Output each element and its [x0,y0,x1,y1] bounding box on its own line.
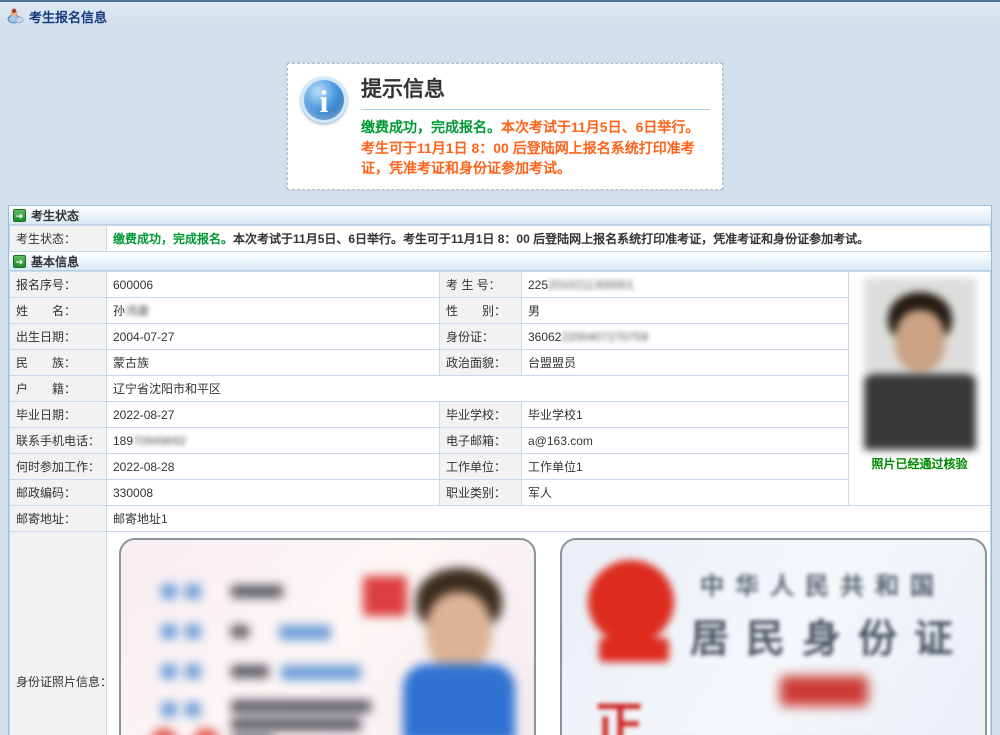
idcard-red-watermark [780,676,868,706]
field-label: 户 籍： [10,376,107,402]
idcard-row: 身份证照片信息： [10,532,991,735]
page-title: 考生报名信息 [29,7,107,26]
page: 考生报名信息 i 提示信息 缴费成功，完成报名。本次考试于11月5日、6日举行。… [0,0,1000,735]
field-value: 2004-07-27 [107,324,440,350]
idcard-images-cell: 中华人民共和国 居民身份证 正 [107,532,991,735]
table-row: 民 族： 蒙古族 政治面貌： 台盟盟员 [10,350,991,376]
field-value: 男 [522,298,849,324]
field-label: 邮政编码： [10,480,107,506]
green-arrow-icon: ➔ [13,209,26,222]
info-icon: i [301,77,347,123]
idcard-country-text: 中华人民共和国 [700,566,945,601]
section-header-status: ➔ 考生状态 [9,206,991,225]
field-label: 报名序号： [10,272,107,298]
field-value: 军人 [522,480,849,506]
table-row: 邮寄地址： 邮寄地址1 [10,506,991,532]
photo-jacket [864,374,976,450]
status-row: 考生状态： 缴费成功，完成报名。本次考试于11月5日、6日举行。考生可于11月1… [10,226,991,252]
notice-success-text: 缴费成功，完成报名。 [361,119,501,135]
field-label: 毕业学校： [440,402,522,428]
candidate-photo [864,278,976,450]
photo-verified-text: 照片已经通过核验 [855,455,984,472]
main-panel: ➔ 考生状态 考生状态： 缴费成功，完成报名。本次考试于11月5日、6日举行。考… [8,205,992,735]
field-value: 辽宁省沈阳市和平区 [107,376,849,402]
national-emblem-icon [588,560,680,672]
table-row: 出生日期： 2004-07-27 身份证： 360622200407270759 [10,324,991,350]
table-row: 姓 名： 孙鸿康 性 别： 男 [10,298,991,324]
field-label: 姓 名： [10,298,107,324]
table-row: 邮政编码： 330008 职业类别： 军人 [10,480,991,506]
field-label: 邮寄地址： [10,506,107,532]
status-value: 缴费成功，完成报名。本次考试于11月5日、6日举行。考生可于11月1日 8：00… [107,226,991,252]
field-value: a@163.com [522,428,849,454]
page-header: 考生报名信息 [0,2,1000,30]
table-row: 户 籍： 辽宁省沈阳市和平区 [10,376,991,402]
photo-face [895,310,945,372]
field-value: 2022-08-27 [107,402,440,428]
table-row: 联系手机电话： 18970949692 电子邮箱： a@163.com [10,428,991,454]
status-section-title: 考生状态 [31,207,79,224]
basic-info-table: 报名序号： 600006 考 生 号： 2252010211300001 照片已… [9,271,991,735]
idcard-back-image: 中华人民共和国 居民身份证 正 [560,538,987,735]
green-arrow-icon: ➔ [13,255,26,268]
field-value: 孙鸿康 [107,298,440,324]
notice-title: 提示信息 [361,73,710,110]
table-row: 报名序号： 600006 考 生 号： 2252010211300001 照片已… [10,272,991,298]
field-value: 18970949692 [107,428,440,454]
field-label: 政治面貌： [440,350,522,376]
field-value: 台盟盟员 [522,350,849,376]
field-label: 职业类别： [440,480,522,506]
status-label: 考生状态： [10,226,107,252]
idcard-front-image [119,538,536,735]
user-icon [7,8,24,24]
field-value: 600006 [107,272,440,298]
table-row: 何时参加工作： 2022-08-28 工作单位： 工作单位1 [10,454,991,480]
idcard-title-text: 居民身份证 [690,608,970,664]
section-header-basic: ➔ 基本信息 [9,252,991,271]
idcard-front-mark: 正 [594,686,644,735]
table-row: 毕业日期： 2022-08-27 毕业学校： 毕业学校1 [10,402,991,428]
status-table: 考生状态： 缴费成功，完成报名。本次考试于11月5日、6日举行。考生可于11月1… [9,225,991,252]
field-label: 工作单位： [440,454,522,480]
idcard-label: 身份证照片信息： [10,532,107,735]
field-value: 工作单位1 [522,454,849,480]
field-label: 身份证： [440,324,522,350]
field-value: 2252010211300001 [522,272,849,298]
notice-body: 提示信息 缴费成功，完成报名。本次考试于11月5日、6日举行。考生可于11月1日… [361,73,710,179]
status-success-text: 缴费成功，完成报名。 [113,232,233,246]
field-label: 民 族： [10,350,107,376]
field-label: 出生日期： [10,324,107,350]
field-label: 性 别： [440,298,522,324]
field-label: 联系手机电话： [10,428,107,454]
field-value: 邮寄地址1 [107,506,991,532]
notice-box: i 提示信息 缴费成功，完成报名。本次考试于11月5日、6日举行。考生可于11月… [287,63,723,190]
basic-section-title: 基本信息 [31,253,79,270]
field-value: 2022-08-28 [107,454,440,480]
field-label: 考 生 号： [440,272,522,298]
field-label: 毕业日期： [10,402,107,428]
status-detail-text: 本次考试于11月5日、6日举行。考生可于11月1日 8：00 后登陆网上报名系统… [233,232,869,246]
field-value: 毕业学校1 [522,402,849,428]
field-value: 360622200407270759 [522,324,849,350]
notice-text: 缴费成功，完成报名。本次考试于11月5日、6日举行。考生可于11月1日 8：00… [361,117,710,179]
photo-cell: 照片已经通过核验 [849,272,991,506]
field-value: 330008 [107,480,440,506]
field-value: 蒙古族 [107,350,440,376]
field-label: 电子邮箱： [440,428,522,454]
field-label: 何时参加工作： [10,454,107,480]
